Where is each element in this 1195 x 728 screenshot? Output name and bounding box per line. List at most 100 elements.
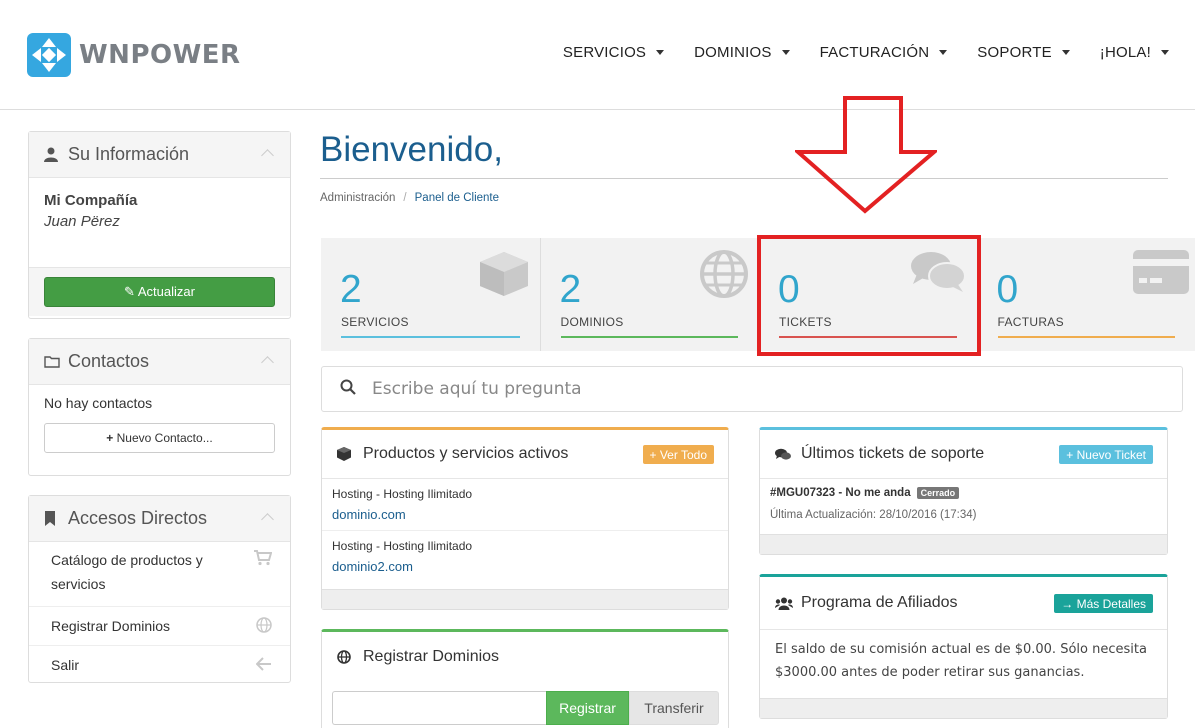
products-card-title: Productos y servicios activos	[363, 445, 569, 462]
nav-label: ¡HOLA!	[1099, 44, 1151, 61]
stat-domains[interactable]: 2 DOMINIOS	[539, 238, 759, 351]
nav-soporte[interactable]: SOPORTE	[977, 44, 1070, 61]
globe-icon	[700, 250, 748, 302]
kb-search	[321, 366, 1183, 412]
products-card: Productos y servicios activos + Ver Todo…	[321, 427, 729, 610]
affiliates-card: Programa de Afiliados → Más Detalles El …	[759, 574, 1168, 719]
shortcut-logout[interactable]: Salir	[29, 645, 290, 684]
view-all-label: Ver Todo	[659, 447, 707, 462]
nav-facturacion[interactable]: FACTURACIÓN	[820, 44, 948, 61]
stat-label: DOMINIOS	[560, 315, 624, 329]
bookmark-icon	[44, 511, 62, 526]
product-domain-link[interactable]: dominio2.com	[332, 559, 718, 574]
stat-bar	[560, 336, 738, 338]
stats-row: 2 SERVICIOS 2 DOMINIOS 0 TICKETS 0 FACTU…	[321, 238, 1195, 351]
main-nav: SERVICIOS DOMINIOS FACTURACIÓN SOPORTE ¡…	[563, 44, 1169, 61]
cube-icon	[337, 447, 355, 461]
shortcut-catalog[interactable]: Catálogo de productos y servicios	[29, 542, 290, 606]
stat-services[interactable]: 2 SERVICIOS	[321, 238, 540, 351]
breadcrumb-current: Panel de Cliente	[414, 192, 500, 204]
nav-label: FACTURACIÓN	[819, 44, 930, 61]
update-button-label: Actualizar	[137, 284, 195, 299]
caret-down-icon	[939, 50, 948, 55]
contacts-panel: Contactos No hay contactos + Nuevo Conta…	[28, 338, 291, 476]
search-input[interactable]	[372, 379, 1152, 399]
more-details-label: Más Detalles	[1076, 596, 1146, 611]
cart-icon	[254, 550, 273, 569]
search-icon	[340, 379, 356, 399]
annotation-arrow-icon	[795, 96, 937, 214]
more-details-button[interactable]: → Más Detalles	[1054, 594, 1153, 613]
stat-label: FACTURAS	[997, 315, 1064, 329]
info-panel-footer: ✎ Actualizar	[29, 267, 290, 316]
new-contact-button[interactable]: + Nuevo Contacto...	[44, 423, 275, 453]
arrow-left-icon	[255, 656, 272, 674]
affiliates-card-title: Programa de Afiliados	[801, 594, 958, 611]
caret-down-icon	[1061, 50, 1070, 55]
domain-register-form: Registrar Transferir	[332, 691, 719, 725]
product-item[interactable]: Hosting - Hosting Ilimitado dominio.com	[322, 479, 728, 531]
register-domains-card: Registrar Dominios Registrar Transferir	[321, 629, 729, 728]
domain-input[interactable]	[332, 691, 546, 725]
credit-card-icon	[1133, 250, 1189, 298]
stat-label: SERVICIOS	[341, 315, 409, 329]
caret-down-icon	[1161, 50, 1169, 55]
product-name: Hosting - Hosting Ilimitado	[332, 487, 473, 501]
collapse-icon[interactable]	[261, 356, 274, 369]
ticket-title-row: #MGU07323 - No me anda Cerrado	[770, 487, 1157, 499]
view-all-button[interactable]: + Ver Todo	[642, 445, 714, 464]
stat-count: 0	[778, 268, 800, 311]
product-name: Hosting - Hosting Ilimitado	[332, 539, 473, 553]
affiliates-card-header: Programa de Afiliados → Más Detalles	[760, 577, 1167, 629]
brand-logo[interactable]: WNPOWER	[27, 33, 241, 77]
cube-icon	[478, 250, 530, 302]
update-button[interactable]: ✎ Actualizar	[44, 277, 275, 307]
tickets-card-footer	[760, 534, 1167, 554]
nav-dominios[interactable]: DOMINIOS	[694, 44, 790, 61]
nav-servicios[interactable]: SERVICIOS	[562, 44, 665, 61]
stat-label: TICKETS	[779, 315, 832, 329]
collapse-icon[interactable]	[261, 149, 274, 162]
shortcuts-list: Catálogo de productos y servicios Regist…	[29, 542, 290, 684]
tickets-card: Últimos tickets de soporte + Nuevo Ticke…	[759, 427, 1168, 555]
stat-invoices[interactable]: 0 FACTURAS	[976, 238, 1195, 351]
affiliates-text: El saldo de su comisión actual es de $0.…	[760, 629, 1167, 692]
ticket-title: #MGU07323 - No me anda	[770, 487, 911, 500]
product-item[interactable]: Hosting - Hosting Ilimitado dominio2.com	[322, 531, 728, 582]
stat-count: 2	[340, 268, 362, 311]
products-card-header: Productos y servicios activos + Ver Todo	[322, 430, 728, 479]
shortcut-label: Salir	[51, 657, 80, 673]
comments-icon	[775, 448, 793, 461]
user-icon	[44, 147, 62, 162]
stat-tickets[interactable]: 0 TICKETS	[758, 238, 977, 351]
company-name: Mi Compañía	[44, 192, 138, 209]
shortcut-register-domains[interactable]: Registrar Dominios	[29, 606, 290, 645]
transfer-button[interactable]: Transferir	[629, 691, 719, 725]
stat-count: 2	[559, 268, 582, 311]
globe-icon	[337, 649, 355, 664]
stat-bar	[779, 336, 957, 338]
brand-name: WNPOWER	[79, 40, 241, 70]
ticket-item[interactable]: #MGU07323 - No me anda Cerrado Última Act…	[760, 479, 1167, 529]
nav-hola[interactable]: ¡HOLA!	[1100, 44, 1169, 61]
wnpower-logo-icon	[27, 33, 71, 77]
folder-icon	[44, 355, 62, 368]
shortcut-label: Catálogo de productos y servicios	[51, 552, 203, 592]
collapse-icon[interactable]	[261, 513, 274, 526]
register-domains-header: Registrar Dominios	[322, 632, 728, 681]
nav-label: SERVICIOS	[562, 44, 647, 61]
info-panel-header[interactable]: Su Información	[29, 132, 290, 178]
new-ticket-button[interactable]: + Nuevo Ticket	[1059, 445, 1153, 464]
shortcuts-panel-header[interactable]: Accesos Directos	[29, 496, 290, 542]
info-panel: Su Información Mi Compañía Juan Përez ✎ …	[28, 131, 291, 319]
contacts-panel-header[interactable]: Contactos	[29, 339, 290, 385]
stat-bar	[997, 336, 1175, 338]
product-domain-link[interactable]: dominio.com	[332, 507, 718, 522]
plus-icon: +	[106, 431, 114, 445]
breadcrumb-root[interactable]: Administración	[320, 192, 395, 204]
shortcuts-panel: Accesos Directos Catálogo de productos y…	[28, 495, 291, 683]
shortcut-label: Registrar Dominios	[51, 618, 171, 634]
register-button[interactable]: Registrar	[546, 691, 629, 725]
pencil-icon: ✎	[124, 284, 135, 299]
info-panel-body: Mi Compañía Juan Përez	[29, 178, 290, 267]
